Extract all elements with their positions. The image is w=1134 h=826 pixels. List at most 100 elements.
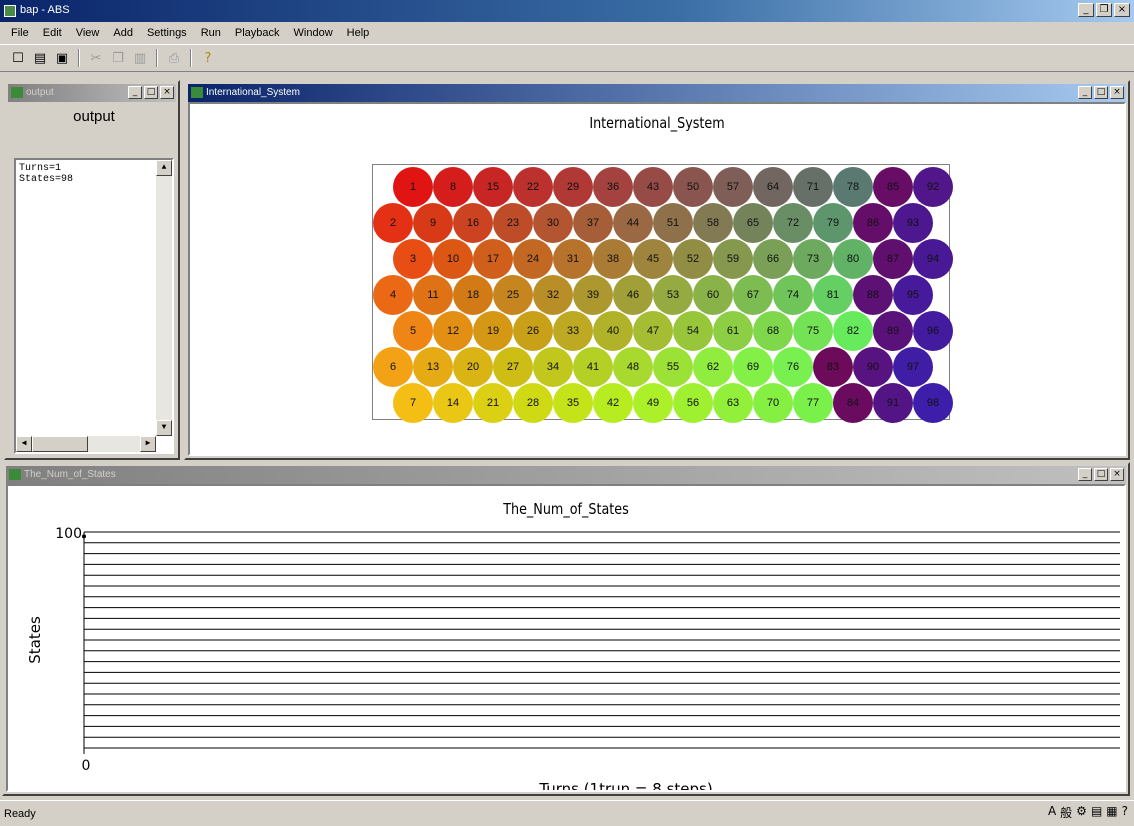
close-button[interactable]: × xyxy=(1114,3,1130,17)
menu-file[interactable]: File xyxy=(4,27,36,39)
state-ball[interactable]: 15 xyxy=(473,167,513,207)
state-ball[interactable]: 47 xyxy=(633,311,673,351)
state-ball[interactable]: 17 xyxy=(473,239,513,279)
menu-run[interactable]: Run xyxy=(194,27,228,39)
state-ball[interactable]: 29 xyxy=(553,167,593,207)
states-window-titlebar[interactable]: The_Num_of_States _ □ × xyxy=(6,466,1126,484)
state-ball[interactable]: 60 xyxy=(693,275,733,315)
state-ball[interactable]: 78 xyxy=(833,167,873,207)
menu-add[interactable]: Add xyxy=(106,27,140,39)
restore-button[interactable]: ❐ xyxy=(1096,3,1112,17)
state-ball[interactable]: 62 xyxy=(693,347,733,387)
state-ball[interactable]: 77 xyxy=(793,383,833,423)
cut-icon[interactable]: ✂ xyxy=(86,48,106,68)
state-ball[interactable]: 10 xyxy=(433,239,473,279)
state-ball[interactable]: 72 xyxy=(773,203,813,243)
scroll-thumb[interactable] xyxy=(32,436,88,452)
state-ball[interactable]: 98 xyxy=(913,383,953,423)
state-ball[interactable]: 27 xyxy=(493,347,533,387)
state-ball[interactable]: 30 xyxy=(533,203,573,243)
state-ball[interactable]: 70 xyxy=(753,383,793,423)
state-ball[interactable]: 13 xyxy=(413,347,453,387)
state-ball[interactable]: 54 xyxy=(673,311,713,351)
scroll-right-button[interactable]: ▶ xyxy=(140,436,156,452)
paste-icon[interactable]: ▥ xyxy=(130,48,150,68)
maximize-button[interactable]: □ xyxy=(144,86,158,99)
app-icon[interactable] xyxy=(4,5,16,17)
state-ball[interactable]: 35 xyxy=(553,383,593,423)
output-textarea[interactable]: Turns=1 States=98 ▲ ▼ ◀ ▶ xyxy=(14,158,174,454)
maximize-button[interactable]: □ xyxy=(1094,86,1108,99)
state-ball[interactable]: 49 xyxy=(633,383,673,423)
copy-icon[interactable]: ❐ xyxy=(108,48,128,68)
state-ball[interactable]: 44 xyxy=(613,203,653,243)
state-ball[interactable]: 34 xyxy=(533,347,573,387)
state-ball[interactable]: 94 xyxy=(913,239,953,279)
minimize-button[interactable]: _ xyxy=(128,86,142,99)
state-ball[interactable]: 53 xyxy=(653,275,693,315)
dict-icon[interactable]: ▤ xyxy=(1091,804,1102,821)
state-ball[interactable]: 65 xyxy=(733,203,773,243)
menu-settings[interactable]: Settings xyxy=(140,27,194,39)
state-ball[interactable]: 87 xyxy=(873,239,913,279)
close-button[interactable]: × xyxy=(1110,86,1124,99)
state-ball[interactable]: 7 xyxy=(393,383,433,423)
state-ball[interactable]: 42 xyxy=(593,383,633,423)
state-ball[interactable]: 1 xyxy=(393,167,433,207)
state-ball[interactable]: 91 xyxy=(873,383,913,423)
state-ball[interactable]: 67 xyxy=(733,275,773,315)
state-ball[interactable]: 45 xyxy=(633,239,673,279)
state-ball[interactable]: 79 xyxy=(813,203,853,243)
state-ball[interactable]: 68 xyxy=(753,311,793,351)
state-ball[interactable]: 97 xyxy=(893,347,933,387)
state-ball[interactable]: 71 xyxy=(793,167,833,207)
state-ball[interactable]: 18 xyxy=(453,275,493,315)
state-ball[interactable]: 20 xyxy=(453,347,493,387)
output-window-titlebar[interactable]: output _ □ × xyxy=(8,84,176,102)
tool-icon[interactable]: ⚙ xyxy=(1076,804,1087,821)
state-ball[interactable]: 80 xyxy=(833,239,873,279)
minimize-button[interactable]: _ xyxy=(1078,86,1092,99)
state-ball[interactable]: 33 xyxy=(553,311,593,351)
menu-window[interactable]: Window xyxy=(287,27,340,39)
state-ball[interactable]: 24 xyxy=(513,239,553,279)
state-ball[interactable]: 31 xyxy=(553,239,593,279)
state-ball[interactable]: 64 xyxy=(753,167,793,207)
ime-icon[interactable]: A xyxy=(1048,804,1056,821)
state-ball[interactable]: 66 xyxy=(753,239,793,279)
state-ball[interactable]: 61 xyxy=(713,311,753,351)
state-ball[interactable]: 41 xyxy=(573,347,613,387)
state-ball[interactable]: 19 xyxy=(473,311,513,351)
close-button[interactable]: × xyxy=(1110,468,1124,481)
state-ball[interactable]: 89 xyxy=(873,311,913,351)
state-ball[interactable]: 39 xyxy=(573,275,613,315)
state-ball[interactable]: 85 xyxy=(873,167,913,207)
state-ball[interactable]: 6 xyxy=(373,347,413,387)
scroll-left-button[interactable]: ◀ xyxy=(16,436,32,452)
state-ball[interactable]: 52 xyxy=(673,239,713,279)
menu-playback[interactable]: Playback xyxy=(228,27,287,39)
new-file-icon[interactable]: ☐ xyxy=(8,48,28,68)
state-ball[interactable]: 3 xyxy=(393,239,433,279)
state-ball[interactable]: 16 xyxy=(453,203,493,243)
state-ball[interactable]: 12 xyxy=(433,311,473,351)
state-ball[interactable]: 58 xyxy=(693,203,733,243)
state-ball[interactable]: 93 xyxy=(893,203,933,243)
horizontal-scrollbar[interactable]: ◀ ▶ xyxy=(16,436,156,452)
kanji-icon[interactable]: 般 xyxy=(1060,804,1072,821)
state-ball[interactable]: 75 xyxy=(793,311,833,351)
state-ball[interactable]: 86 xyxy=(853,203,893,243)
pad-icon[interactable]: ▦ xyxy=(1106,804,1117,821)
print-icon[interactable]: ⎙ xyxy=(164,48,184,68)
state-ball[interactable]: 95 xyxy=(893,275,933,315)
state-ball[interactable]: 83 xyxy=(813,347,853,387)
state-ball[interactable]: 73 xyxy=(793,239,833,279)
state-ball[interactable]: 22 xyxy=(513,167,553,207)
state-ball[interactable]: 37 xyxy=(573,203,613,243)
menu-view[interactable]: View xyxy=(69,27,107,39)
state-ball[interactable]: 59 xyxy=(713,239,753,279)
state-ball[interactable]: 40 xyxy=(593,311,633,351)
minimize-button[interactable]: _ xyxy=(1078,3,1094,17)
open-folder-icon[interactable]: ▤ xyxy=(30,48,50,68)
state-ball[interactable]: 50 xyxy=(673,167,713,207)
